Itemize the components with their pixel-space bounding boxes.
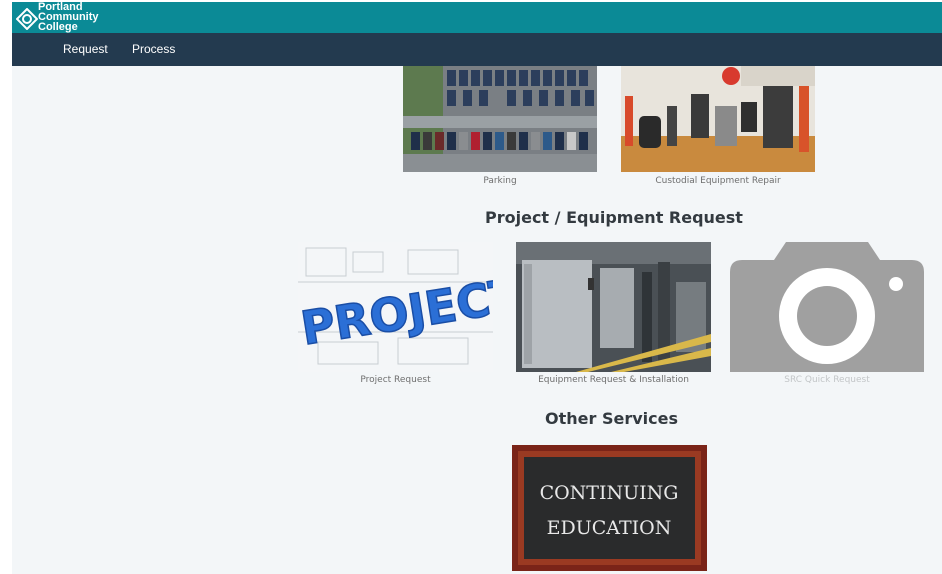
parking-image [403,66,597,172]
tile-src-quick-request[interactable]: SRC Quick Request [730,242,924,388]
logo-line-3: College [38,21,78,33]
tile-caption: Project Request [360,375,431,385]
tile-custodial-equipment-repair[interactable]: Custodial Equipment Repair [621,66,815,188]
main-content: Parking Custodial Equipment Repair Proje… [12,66,942,574]
nav-bar: Request Process [12,33,942,66]
nav-process[interactable]: Process [132,42,175,56]
pcc-logo[interactable]: Portland Community College [12,2,132,33]
pcc-logo-icon [16,8,38,30]
continuing-education-line-1: CONTINUING [540,482,679,504]
custodial-image [621,66,815,172]
brand-bar: Portland Community College [12,2,942,33]
project-image: PROJECT [298,242,493,372]
section-title-project-equipment: Project / Equipment Request [485,208,743,227]
continuing-education-image: CONTINUING EDUCATION [512,445,707,571]
nav-request[interactable]: Request [63,42,108,56]
tile-caption: Custodial Equipment Repair [655,176,781,186]
tile-continuing-education[interactable]: CONTINUING EDUCATION [512,445,707,571]
logo-text: Portland Community College [38,2,99,33]
equipment-image [516,242,711,372]
continuing-education-line-2: EDUCATION [547,517,672,539]
camera-icon [730,242,924,372]
tile-parking[interactable]: Parking [403,66,597,188]
tile-equipment-request-installation[interactable]: Equipment Request & Installation [516,242,711,388]
tile-caption: Parking [483,176,517,186]
tile-project-request[interactable]: PROJECT Project Request [298,242,493,388]
tile-caption: Equipment Request & Installation [538,375,689,385]
section-title-other-services: Other Services [545,409,678,428]
tile-caption: SRC Quick Request [784,375,870,385]
